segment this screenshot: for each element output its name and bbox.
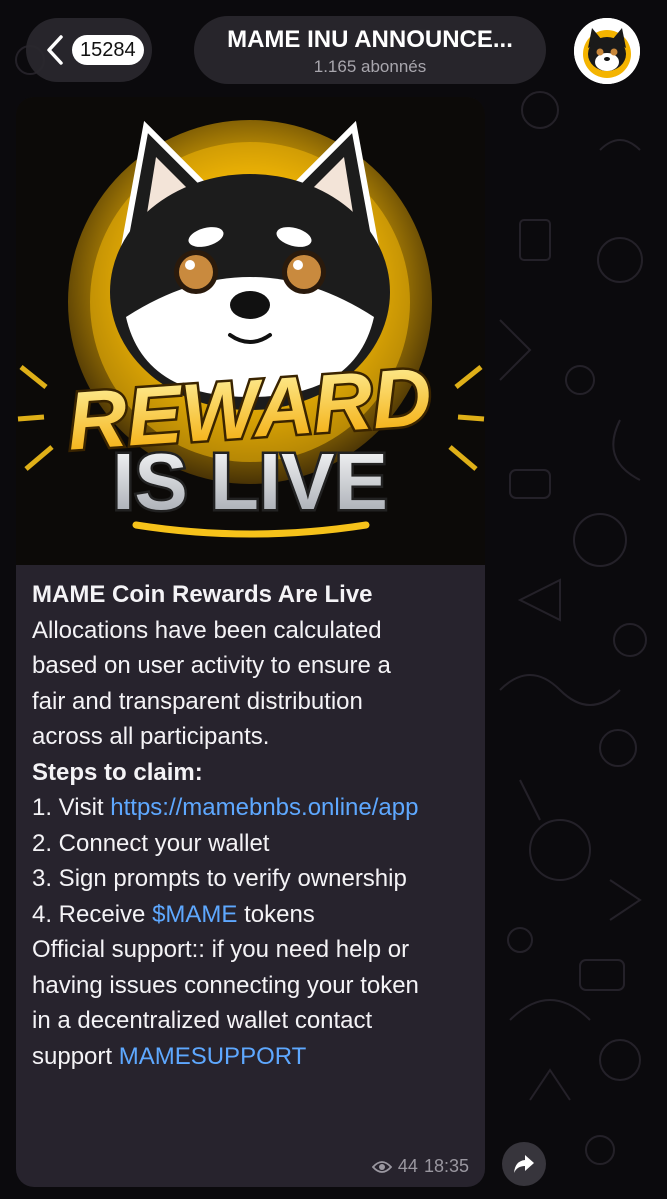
step-4: 4. Receive $MAME tokens	[32, 897, 471, 933]
forward-arrow-icon	[514, 1155, 534, 1173]
step-3: 3. Sign prompts to verify ownership	[32, 865, 407, 892]
back-button[interactable]: 15284	[26, 18, 152, 82]
channel-avatar[interactable]	[574, 18, 640, 84]
chevron-left-icon	[47, 35, 63, 65]
channel-post[interactable]: REWARD IS LIVE MAME Coin Rewards Are Liv…	[16, 97, 485, 1187]
support-label: support	[32, 1042, 119, 1070]
post-text: MAME Coin Rewards Are Live Allocations h…	[16, 565, 485, 1074]
view-count: 44	[397, 1156, 418, 1176]
step-1: 1. Visit https://mamebnbs.online/app	[32, 790, 471, 826]
post-paragraph-line: across all participants.	[32, 723, 270, 750]
dog-avatar-icon	[574, 18, 640, 84]
image-text-is-live: IS LIVE	[112, 437, 388, 526]
post-time: 18:35	[423, 1156, 469, 1176]
step-1-label: 1. Visit	[32, 794, 111, 821]
step-4-label: 4. Receive	[32, 900, 153, 928]
steps-heading: Steps to claim:	[32, 758, 203, 786]
claim-link[interactable]: https://mamebnbs.online/app	[110, 794, 418, 821]
support-last-line: support MAMESUPPORT	[32, 1039, 471, 1075]
post-paragraph-line: fair and transparent distribution	[32, 687, 363, 715]
support-line: Official support:: if you need help or	[32, 936, 410, 963]
post-paragraph-line: based on user activity to ensure a	[32, 652, 391, 679]
post-image[interactable]: REWARD IS LIVE	[16, 97, 485, 565]
post-paragraph-line: Allocations have been calculated	[32, 616, 382, 644]
cashtag-link[interactable]: $MAME	[152, 901, 237, 928]
unread-count-badge: 15284	[72, 35, 144, 65]
step-4-suffix: tokens	[237, 900, 315, 928]
post-headline: MAME Coin Rewards Are Live	[32, 581, 373, 608]
eye-icon	[371, 1160, 392, 1173]
step-2: 2. Connect your wallet	[32, 829, 270, 857]
channel-info[interactable]: MAME INU ANNOUNCE... 1.165 abonnés	[194, 16, 546, 84]
subscriber-count: 1.165 abonnés	[313, 57, 427, 76]
post-meta: 44 18:35	[371, 1156, 469, 1177]
forward-button[interactable]	[502, 1142, 546, 1186]
chat-header: 15284 MAME INU ANNOUNCE... 1.165 abonnés	[0, 0, 667, 100]
support-line: in a decentralized wallet contact	[32, 1007, 373, 1034]
channel-title: MAME INU ANNOUNCE...	[227, 26, 513, 53]
support-line: having issues connecting your token	[32, 971, 419, 999]
support-link[interactable]: MAMESUPPORT	[119, 1043, 307, 1070]
